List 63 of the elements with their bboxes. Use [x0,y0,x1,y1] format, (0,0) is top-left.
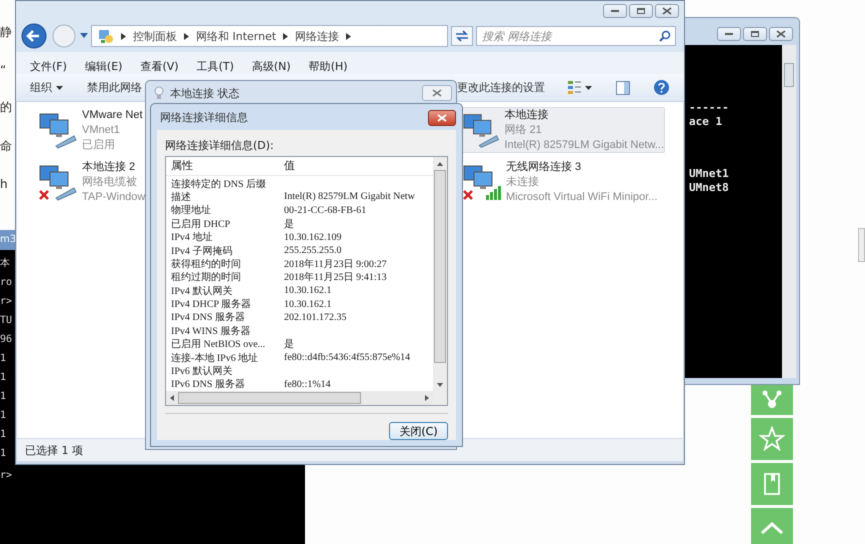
console-text: 1 [0,390,6,404]
value-cell: 10.30.162.1 [284,285,332,296]
connection-name: 本地连接 2 [82,160,136,174]
property-cell-text: 已启用 NetBIOS ove... [170,338,266,352]
property-cell-text: IPv4 WINS 服务器 [170,324,252,338]
value-cell: fe80::1%14 [284,378,331,390]
console-text: ace 1 [689,115,724,129]
page-text: 命 [0,138,12,155]
connection-name: 无线网络连接 3 [506,160,582,174]
value-cell-text: 是 [284,218,294,231]
console-text: 96 [0,333,12,347]
property-cell-text: IPv4 默认网关 [170,284,234,298]
console-text: 1 [0,428,6,442]
adapter-name: Microsoft Virtual WiFi Minipor... [506,190,658,204]
console-text: 1 [0,352,6,366]
page-text: “ [0,63,6,77]
adapter-name: TAP-Window [82,190,146,204]
property-cell-text: IPv6 默认网关 [170,364,234,378]
value-cell: 202.101.172.35 [284,312,346,323]
console-text: 1 [0,447,6,461]
property-cell-text: IPv4 DHCP 服务器 [170,298,252,312]
property-cell-text: 描述 [170,190,192,204]
console-text: UMnet8 [689,181,730,195]
value-cell: fe80::d4fb:5436:4f55:875e%14 [284,352,410,364]
console-text: 1 [0,409,6,423]
property-cell-text: 物理地址 [170,204,212,218]
dialog-title: 网络连接详细信息 [160,110,248,125]
property-cell-text: IPv4 地址 [170,230,214,244]
console-text: 1 [0,371,6,385]
property-cell-text: IPv4 DNS 服务器 [170,311,246,324]
console-text: ro [0,276,12,290]
connection-status: 网络 21 [504,122,543,138]
property-cell-text: 租约过期的时间 [170,270,242,284]
property-cell-text: 连接-本地 IPv6 地址 [170,352,260,365]
value-cell-text: 2018年11月25日 9:41:13 [284,271,387,284]
connection-status: VMnet1 [82,122,121,138]
value-cell: 10.30.162.1 [284,298,332,310]
adapter-name: Intel(R) 82579LM Gigabit Netw... [504,138,664,152]
connection-status: 未连接 [506,174,540,190]
connection-name: VMware Net [82,108,143,122]
page-text: 静 [0,24,12,41]
property-cell-text: 连接特定的 DNS 后缀 [170,178,268,191]
console-text: r> [0,295,12,309]
page-text: 的 [0,99,12,116]
console-text: UMnet1 [689,167,730,181]
connection-name: 本地连接 [504,108,550,122]
console-text: 本 [0,256,10,271]
value-cell: Intel(R) 82579LM Gigabit Netw [284,191,415,202]
property-cell-text: 获得租约的时间 [170,258,242,271]
list-label: 网络连接详细信息(D): [165,138,275,153]
value-cell: 00-21-CC-68-FB-61 [284,204,366,216]
status-text: 已选择 1 项 [25,442,83,458]
page-text: h [0,177,8,191]
value-cell-text: 是 [284,338,294,352]
property-cell-text: 已启用 DHCP [170,218,232,231]
console-text: TU [0,314,12,328]
adapter-name: 已启用 [82,138,116,152]
console-text: r> [0,470,12,481]
connection-status: 网络电缆被 [82,174,138,190]
console-text: ------ [689,101,730,115]
property-cell-text: IPv6 DNS 服务器 [170,378,246,392]
dialog-title: 本地连接 状态 [170,86,240,100]
value-cell-text: 2018年11月23日 9:00:27 [284,258,387,271]
